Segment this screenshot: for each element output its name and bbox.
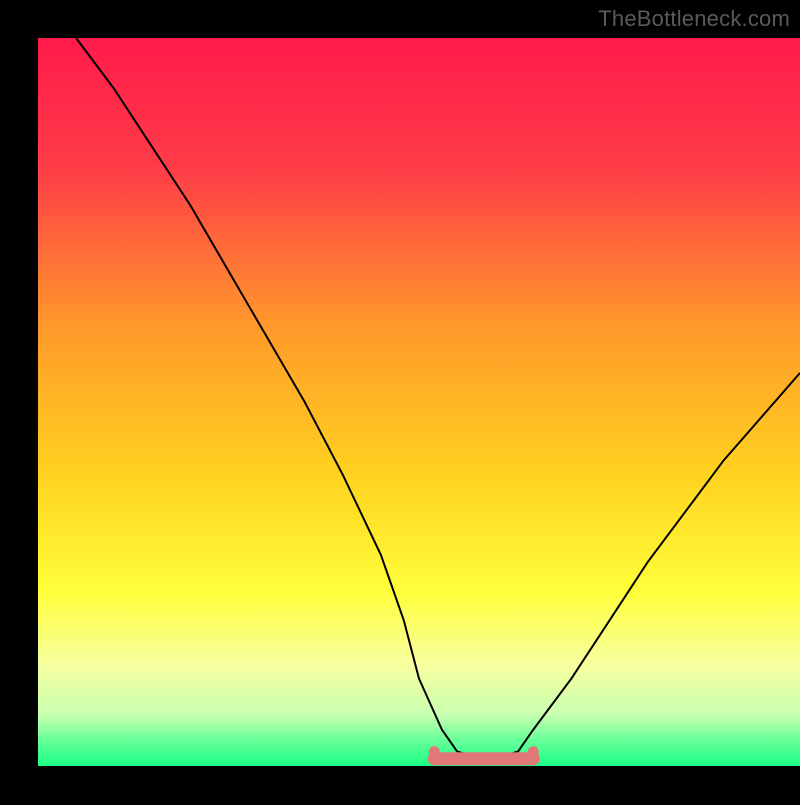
bottleneck-chart — [0, 0, 800, 800]
chart-container: TheBottleneck.com — [0, 0, 800, 800]
watermark-text: TheBottleneck.com — [598, 6, 790, 32]
